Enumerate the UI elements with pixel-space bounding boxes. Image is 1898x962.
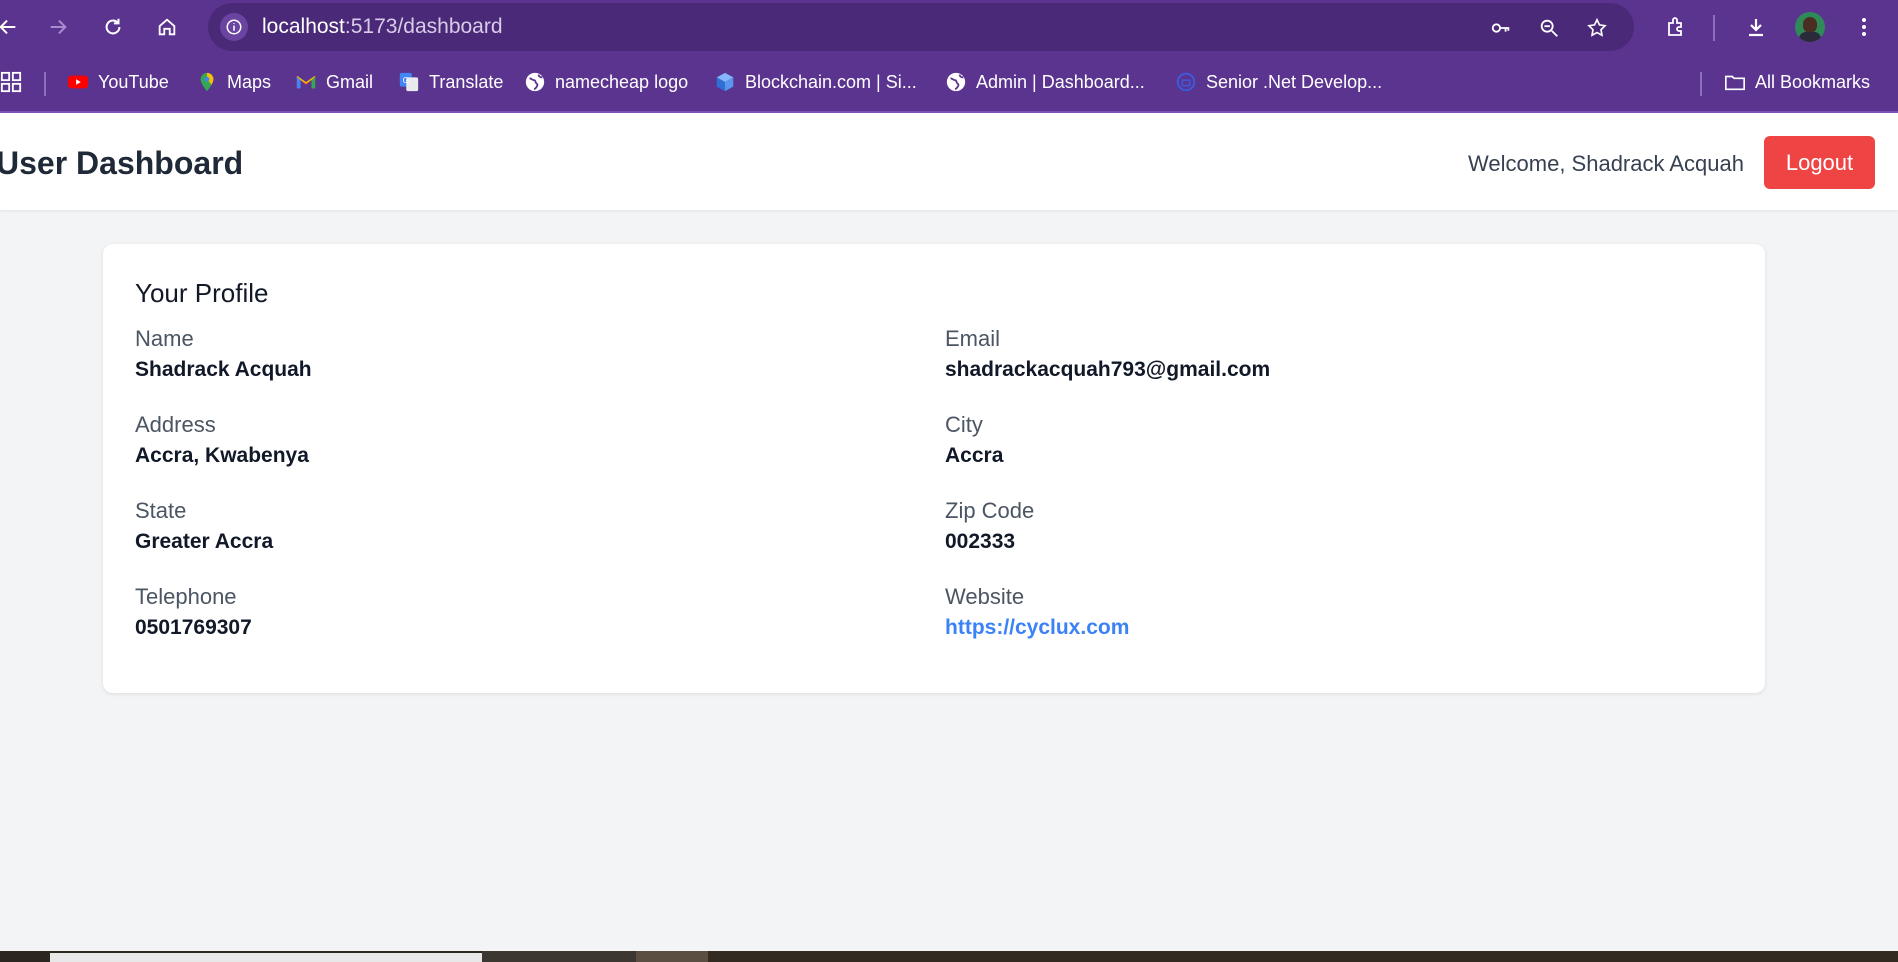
- profile-field-website: Website https://cyclux.com: [945, 584, 1705, 640]
- bookmark-admin-dashboard[interactable]: Admin | Dashboard...: [945, 68, 1145, 96]
- field-value: 002333: [945, 530, 1016, 553]
- bookmark-senior-net-developer[interactable]: Senior .Net Develop...: [1175, 68, 1382, 96]
- taskbar-segment: [708, 951, 1898, 962]
- folder-icon: [1724, 71, 1746, 93]
- home-icon[interactable]: [151, 11, 183, 43]
- bookmark-label: Admin | Dashboard...: [976, 71, 1145, 92]
- bookmark-namecheap[interactable]: namecheap logo: [524, 68, 688, 96]
- field-label: State: [135, 498, 187, 523]
- os-taskbar-strip: [0, 951, 1898, 962]
- forward-arrow-icon[interactable]: [42, 11, 74, 43]
- gmail-icon: [295, 71, 317, 93]
- field-label: Website: [945, 584, 1025, 609]
- profile-card: Your Profile Name Shadrack Acquah Email …: [103, 244, 1765, 693]
- password-key-icon[interactable]: [1488, 15, 1514, 41]
- bookmark-maps[interactable]: Maps: [196, 68, 271, 96]
- bookmark-label: namecheap logo: [555, 71, 689, 92]
- field-label: Address: [135, 412, 216, 437]
- profile-field-state: State Greater Accra: [135, 498, 895, 554]
- bookmark-label: Senior .Net Develop...: [1206, 71, 1383, 92]
- bookmark-label: Blockchain.com | Si...: [745, 71, 917, 92]
- taskbar-segment: [482, 951, 636, 962]
- profile-field-zip-code: Zip Code 002333: [945, 498, 1705, 554]
- profile-field-address: Address Accra, Kwabenya: [135, 412, 895, 468]
- welcome-message: Welcome, Shadrack Acquah: [1468, 151, 1744, 176]
- bookmark-label: Translate: [429, 71, 504, 92]
- site-info-icon[interactable]: [220, 13, 248, 41]
- translate-icon: G: [398, 71, 420, 93]
- bookmark-blockchain[interactable]: Blockchain.com | Si...: [714, 68, 917, 96]
- logout-button[interactable]: Logout: [1764, 136, 1875, 189]
- field-value: 0501769307: [135, 616, 252, 639]
- profile-field-name: Name Shadrack Acquah: [135, 326, 895, 382]
- profile-avatar[interactable]: [1795, 12, 1825, 42]
- url-host: localhost: [262, 15, 345, 38]
- website-link[interactable]: https://cyclux.com: [945, 616, 1705, 640]
- field-label: Email: [945, 326, 1001, 351]
- job-icon: [1175, 71, 1197, 93]
- youtube-icon: [67, 71, 89, 93]
- bookmarks-bar: YouTube Maps Gmail G Translate namecheap…: [0, 62, 1898, 102]
- avatar-body: [1799, 32, 1821, 42]
- address-bar[interactable]: localhost:5173/dashboard: [208, 3, 1634, 51]
- globe-icon: [524, 71, 546, 93]
- bookmarks-divider: [44, 72, 46, 96]
- browser-chrome: localhost:5173/dashboard YouTube Maps Gm…: [0, 0, 1898, 113]
- all-bookmarks[interactable]: All Bookmarks: [1724, 68, 1870, 96]
- zoom-icon[interactable]: [1536, 15, 1562, 41]
- field-value: shadrackacquah793@gmail.com: [945, 358, 1271, 381]
- field-value: Greater Accra: [135, 530, 274, 553]
- profile-field-city: City Accra: [945, 412, 1705, 468]
- svg-text:G: G: [403, 76, 409, 85]
- field-label: Telephone: [135, 584, 237, 609]
- toolbar-divider: [1713, 15, 1715, 41]
- bookmark-label: Gmail: [326, 71, 374, 92]
- bookmark-youtube[interactable]: YouTube: [67, 68, 169, 96]
- browser-toolbar: localhost:5173/dashboard: [0, 0, 1898, 54]
- globe-icon: [945, 71, 967, 93]
- apps-grid-icon[interactable]: [0, 68, 22, 96]
- app-header: User Dashboard Welcome, Shadrack Acquah …: [0, 113, 1898, 210]
- field-label: Name: [135, 326, 194, 351]
- field-value: Accra: [945, 444, 1004, 467]
- page-title: User Dashboard: [0, 145, 244, 181]
- bookmark-label: YouTube: [98, 71, 169, 92]
- bookmark-label: Maps: [227, 71, 272, 92]
- taskbar-segment: [636, 951, 708, 962]
- extensions-icon[interactable]: [1660, 11, 1692, 43]
- profile-field-telephone: Telephone 0501769307: [135, 584, 895, 640]
- field-label: City: [945, 412, 983, 437]
- more-vertical-icon[interactable]: [1848, 11, 1880, 43]
- field-label: Zip Code: [945, 498, 1035, 523]
- blockchain-icon: [714, 71, 736, 93]
- download-icon[interactable]: [1740, 11, 1772, 43]
- maps-icon: [196, 71, 218, 93]
- taskbar-segment: [50, 953, 482, 962]
- reload-icon[interactable]: [97, 11, 129, 43]
- url-path: :5173/dashboard: [344, 15, 503, 38]
- field-value: Shadrack Acquah: [135, 358, 312, 381]
- avatar-face: [1803, 17, 1817, 33]
- bookmark-gmail[interactable]: Gmail: [295, 68, 373, 96]
- profile-title: Your Profile: [135, 278, 269, 308]
- back-arrow-icon[interactable]: [0, 11, 24, 43]
- profile-field-email: Email shadrackacquah793@gmail.com: [945, 326, 1705, 382]
- field-value: Accra, Kwabenya: [135, 444, 309, 467]
- all-bookmarks-label: All Bookmarks: [1755, 71, 1871, 92]
- bookmark-star-icon[interactable]: [1584, 15, 1610, 41]
- page-content: User Dashboard Welcome, Shadrack Acquah …: [0, 113, 1898, 951]
- bookmarks-divider: [1700, 72, 1702, 96]
- bookmark-translate[interactable]: G Translate: [398, 68, 503, 96]
- url-text[interactable]: localhost:5173/dashboard: [262, 15, 503, 39]
